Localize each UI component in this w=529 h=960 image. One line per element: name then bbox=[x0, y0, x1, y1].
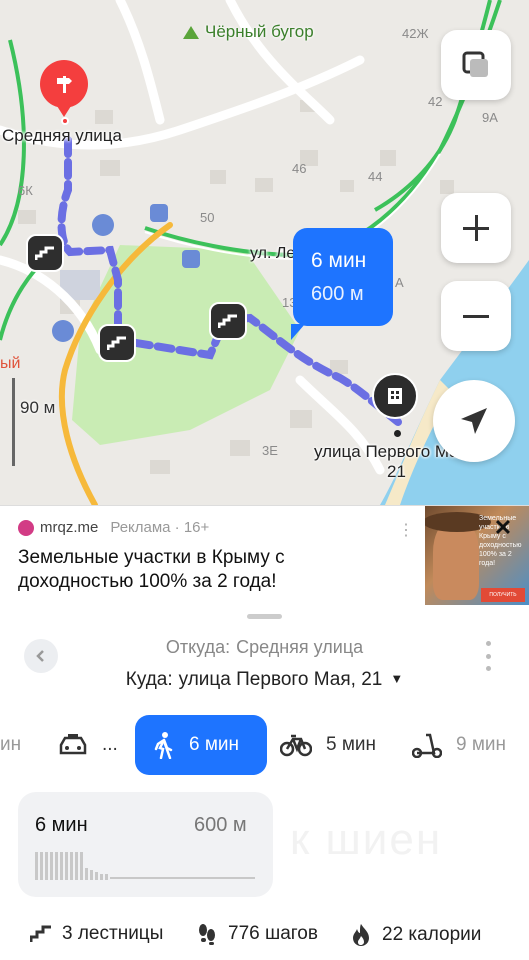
minus-icon bbox=[463, 315, 489, 318]
house-number: 9А bbox=[482, 110, 498, 125]
ad-text: Земельные участки в Крыму с доходностью … bbox=[18, 547, 285, 592]
start-pin-icon[interactable] bbox=[40, 60, 88, 117]
house-number: 50 bbox=[200, 210, 215, 225]
navigation-arrow-icon bbox=[461, 408, 487, 434]
mode-scooter[interactable]: 9 мин bbox=[412, 715, 506, 775]
layers-icon bbox=[462, 51, 488, 77]
ad-header: mrqz.me Реклама · 16+ bbox=[18, 519, 209, 536]
elevation-profile bbox=[35, 852, 255, 880]
watermark-text: к шиен bbox=[290, 815, 443, 864]
house-number: 3Е bbox=[262, 443, 278, 458]
footprints-icon bbox=[199, 924, 215, 945]
cut-map-label: ый bbox=[0, 355, 21, 372]
stat-calories: 22 калории bbox=[350, 923, 481, 947]
house-number: 42Ж bbox=[402, 26, 429, 41]
start-point-dot bbox=[61, 117, 69, 125]
route-card-time: 6 мин bbox=[35, 814, 88, 836]
stairs-icon bbox=[30, 925, 51, 942]
ad-meta: Реклама · 16+ bbox=[110, 519, 210, 536]
more-options-button[interactable] bbox=[484, 641, 492, 671]
route-stats: 3 лестницы 776 шагов 22 калории bbox=[0, 917, 529, 957]
bubble-distance: 600 м bbox=[311, 282, 364, 305]
ad-site: mrqz.me bbox=[40, 519, 99, 536]
zoom-in-button[interactable] bbox=[441, 193, 511, 263]
hotel-icon[interactable] bbox=[92, 214, 114, 236]
walking-icon bbox=[154, 732, 173, 759]
dest-label-line2: 21 bbox=[387, 462, 406, 481]
layers-button[interactable] bbox=[441, 30, 511, 100]
house-number: 44 bbox=[368, 169, 383, 184]
stat-stairs: 3 лестницы bbox=[30, 923, 163, 945]
mode-bike[interactable]: 5 мин bbox=[280, 715, 376, 775]
stairs-icon[interactable] bbox=[209, 302, 247, 340]
stairs-icon[interactable] bbox=[98, 324, 136, 362]
bus-stop-icon[interactable] bbox=[182, 250, 200, 268]
mode-taxi[interactable]: ... bbox=[58, 715, 118, 775]
ad-site-icon bbox=[18, 519, 34, 536]
bubble-time: 6 мин bbox=[311, 248, 367, 272]
scooter-icon bbox=[412, 733, 442, 758]
bicycle-icon bbox=[280, 734, 312, 757]
building-icon[interactable] bbox=[372, 373, 418, 419]
mode-walk[interactable]: 6 мин bbox=[135, 715, 267, 775]
house-number: А bbox=[395, 275, 404, 290]
flame-icon bbox=[353, 924, 369, 946]
caret-down-icon: ▼ bbox=[390, 671, 404, 686]
panel-grabber[interactable] bbox=[247, 614, 282, 619]
route-time-bubble[interactable]: 6 мин 600 м bbox=[291, 228, 393, 340]
mountain-icon bbox=[183, 25, 199, 39]
house-number: 46 bbox=[292, 161, 307, 176]
hill-label: Чёрный бугор bbox=[183, 22, 314, 42]
house-number: 6К bbox=[18, 183, 33, 198]
map-view[interactable]: Чёрный бугор 42Ж 42 9А 46 44 6К 50 13 А … bbox=[0, 0, 529, 505]
bus-stop-icon[interactable] bbox=[150, 204, 168, 222]
route-card[interactable]: 6 мин 600 м bbox=[18, 792, 273, 897]
ad-banner[interactable]: mrqz.me Реклама · 16+ ⋮ Земельные участк… bbox=[0, 505, 529, 606]
hotel-icon[interactable] bbox=[52, 320, 74, 342]
to-field[interactable]: Куда: улица Первого Мая, 21 ▼ bbox=[0, 669, 529, 691]
signpost-icon bbox=[57, 76, 72, 93]
street-label: ул. Ле bbox=[250, 245, 296, 262]
start-label: Средняя улица bbox=[2, 126, 122, 145]
transport-modes: ин ... 6 мин 5 мин 9 мин bbox=[0, 715, 529, 775]
ad-more-icon[interactable]: ⋮ bbox=[398, 520, 414, 540]
plus-icon bbox=[463, 215, 489, 241]
route-card-distance: 600 м bbox=[194, 814, 247, 836]
route-panel: Откуда: Средняя улица Куда: улица Первого … bbox=[0, 605, 529, 960]
app-root: Чёрный бугор 42Ж 42 9А 46 44 6К 50 13 А … bbox=[0, 0, 529, 960]
stairs-icon[interactable] bbox=[26, 234, 64, 272]
dest-point-dot bbox=[394, 430, 401, 437]
house-number: 42 bbox=[428, 94, 443, 109]
zoom-out-button[interactable] bbox=[441, 281, 511, 351]
my-location-button[interactable] bbox=[433, 380, 515, 462]
mode-partial[interactable]: ин bbox=[0, 715, 21, 775]
taxi-icon bbox=[59, 734, 87, 755]
ad-close-button[interactable]: ✕ bbox=[491, 516, 515, 540]
stat-steps: 776 шагов bbox=[196, 923, 318, 945]
from-field[interactable]: Откуда: Средняя улица bbox=[0, 637, 529, 658]
